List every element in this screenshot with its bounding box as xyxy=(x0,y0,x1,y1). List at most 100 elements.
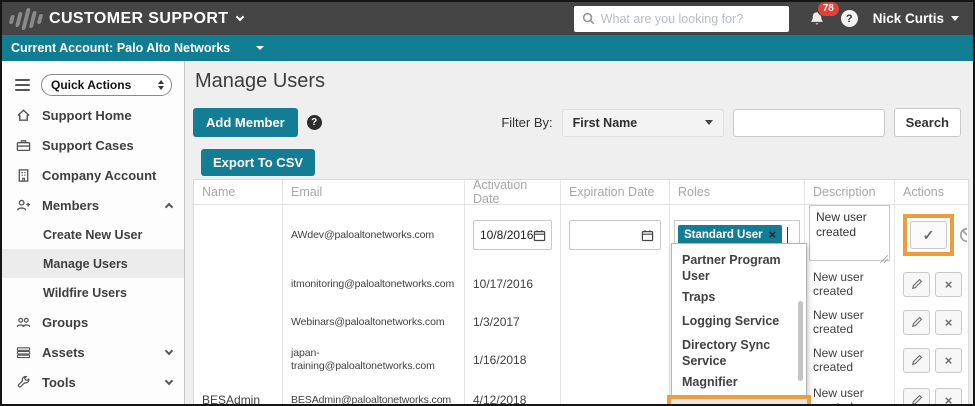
confirm-button[interactable]: ✓ xyxy=(910,221,947,249)
description-textarea[interactable]: New user created xyxy=(809,205,890,261)
notifications-button[interactable]: 78 xyxy=(808,2,840,28)
chevron-down-icon[interactable] xyxy=(164,376,174,385)
sidebar-item-label: Support Cases xyxy=(42,137,134,153)
chevron-down-icon[interactable] xyxy=(164,346,174,355)
cell-email: AWdev@paloaltonetworks.com xyxy=(283,205,465,265)
current-account-value: Palo Alto Networks xyxy=(116,41,231,55)
edit-button[interactable] xyxy=(903,271,930,297)
cell-name xyxy=(194,303,283,341)
delete-button[interactable]: × xyxy=(935,347,962,373)
sidebar-item-label: Company Account xyxy=(42,167,157,183)
cell-expiration xyxy=(561,341,670,379)
sidebar-item-assets[interactable]: Assets xyxy=(2,337,184,367)
brand-title[interactable]: CUSTOMER SUPPORT xyxy=(49,10,228,28)
calendar-icon[interactable] xyxy=(533,229,546,242)
expiration-date-input[interactable] xyxy=(569,220,661,250)
main-content: Manage Users Add Member ? Filter By: Fir… xyxy=(185,61,973,404)
roles-dropdown: Partner Program User Traps Logging Servi… xyxy=(667,243,811,404)
cell-name xyxy=(194,265,283,303)
page-title: Manage Users xyxy=(195,70,326,92)
sidebar-item-tools[interactable]: Tools xyxy=(2,367,184,397)
users-table: Name Email Activation Date Expiration Da… xyxy=(193,179,969,404)
edit-button[interactable] xyxy=(903,347,930,373)
dropdown-scrollbar[interactable] xyxy=(798,301,803,381)
sidebar-item-wildfire-users[interactable]: Wildfire Users xyxy=(2,278,184,307)
sidebar-item-label: Support Home xyxy=(42,107,132,123)
menu-icon[interactable] xyxy=(15,79,30,91)
users-group-icon xyxy=(15,315,31,330)
account-caret-icon[interactable] xyxy=(256,46,265,50)
filter-selected-value: First Name xyxy=(572,115,638,130)
cell-email: BESAdmin@paloaltonetworks.com xyxy=(283,379,465,404)
brand-chevron-down-icon[interactable] xyxy=(236,12,245,22)
building-icon xyxy=(15,168,31,183)
table-row: itmonitoring@paloaltonetworks.com 10/17/… xyxy=(194,265,968,303)
cell-description: New user created xyxy=(805,265,895,303)
search-button[interactable]: Search xyxy=(893,108,961,137)
sidebar-item-groups[interactable]: Groups xyxy=(2,307,184,337)
table-row: japan-training@paloaltonetworks.com 1/16… xyxy=(194,341,968,379)
sidebar-subitem-label: Wildfire Users xyxy=(43,285,127,300)
col-actions: Actions xyxy=(903,185,944,199)
cell-description: New user created xyxy=(805,379,895,404)
table-row: AWdev@paloaltonetworks.com 10/8/2016 Sta… xyxy=(194,205,968,265)
current-account-label: Current Account: xyxy=(11,41,114,55)
cell-name xyxy=(194,341,283,379)
add-member-button[interactable]: Add Member xyxy=(193,108,298,137)
table-header-row: Name Email Activation Date Expiration Da… xyxy=(194,180,968,205)
roles-option[interactable]: Magnifier xyxy=(672,371,806,392)
roles-option[interactable]: Directory Sync Service xyxy=(672,334,806,371)
cell-expiration xyxy=(561,379,670,404)
quick-actions-select[interactable]: Quick Actions xyxy=(41,74,172,96)
sidebar-subitem-label: Create New User xyxy=(43,227,143,242)
delete-button[interactable]: × xyxy=(935,271,962,297)
cell-activation: 4/12/2018 xyxy=(465,379,561,404)
user-menu[interactable]: Nick Curtis xyxy=(873,11,959,26)
remove-tag-icon[interactable]: × xyxy=(769,228,777,241)
delete-button[interactable]: × xyxy=(935,309,962,335)
user-plus-icon xyxy=(15,198,31,213)
sidebar-item-support-home[interactable]: Support Home xyxy=(2,100,184,130)
filter-field-select[interactable]: First Name xyxy=(561,108,724,137)
current-account-bar: Current Account: Palo Alto Networks xyxy=(2,35,973,61)
sidebar-item-label: Assets xyxy=(42,344,85,360)
resize-grip-icon[interactable] xyxy=(880,254,888,263)
delete-button[interactable]: × xyxy=(935,387,962,404)
cell-activation: 1/16/2018 xyxy=(465,341,561,379)
home-icon xyxy=(15,108,31,123)
role-tag: Standard User × xyxy=(678,225,783,245)
cancel-ban-icon[interactable] xyxy=(959,227,967,243)
filter-value-input[interactable] xyxy=(732,108,885,137)
roles-option[interactable]: Traps xyxy=(672,286,806,307)
sidebar-item-company-account[interactable]: Company Account xyxy=(2,160,184,190)
calendar-icon[interactable] xyxy=(641,229,654,242)
sidebar-item-label: Tools xyxy=(42,374,76,390)
activation-date-value: 10/8/2016 xyxy=(480,228,534,242)
sidebar-item-manage-users[interactable]: Manage Users xyxy=(2,249,184,278)
cell-activation: 1/3/2017 xyxy=(465,303,561,341)
help-button[interactable]: ? xyxy=(840,10,858,27)
edit-button[interactable] xyxy=(903,387,930,404)
activation-date-input[interactable]: 10/8/2016 xyxy=(473,220,552,250)
filter-by-label: Filter By: xyxy=(501,115,553,130)
sidebar-item-support-cases[interactable]: Support Cases xyxy=(2,130,184,160)
add-member-help-icon[interactable]: ? xyxy=(306,115,322,130)
cell-name xyxy=(194,205,283,265)
cell-email: japan-training@paloaltonetworks.com xyxy=(283,341,465,379)
sidebar-item-members[interactable]: Members xyxy=(2,190,184,220)
roles-option[interactable]: Partner Program User xyxy=(672,249,806,286)
sidebar-subitem-label: Manage Users xyxy=(43,256,128,271)
quick-actions-label: Quick Actions xyxy=(51,78,132,92)
global-search[interactable] xyxy=(573,5,789,32)
roles-option-highlighted[interactable]: BPA User xyxy=(667,395,811,404)
top-header: CUSTOMER SUPPORT 78 ? Nick Curtis xyxy=(2,2,973,35)
sidebar-item-create-new-user[interactable]: Create New User xyxy=(2,220,184,249)
col-activation-date: Activation Date xyxy=(465,180,561,204)
cell-description: New user created xyxy=(805,341,895,379)
chevron-up-icon[interactable] xyxy=(164,202,174,211)
edit-button[interactable] xyxy=(903,309,930,335)
roles-option[interactable]: Logging Service xyxy=(672,310,806,331)
export-csv-button[interactable]: Export To CSV xyxy=(201,149,316,176)
brand-logo-icon xyxy=(7,7,44,30)
global-search-input[interactable] xyxy=(600,11,781,26)
